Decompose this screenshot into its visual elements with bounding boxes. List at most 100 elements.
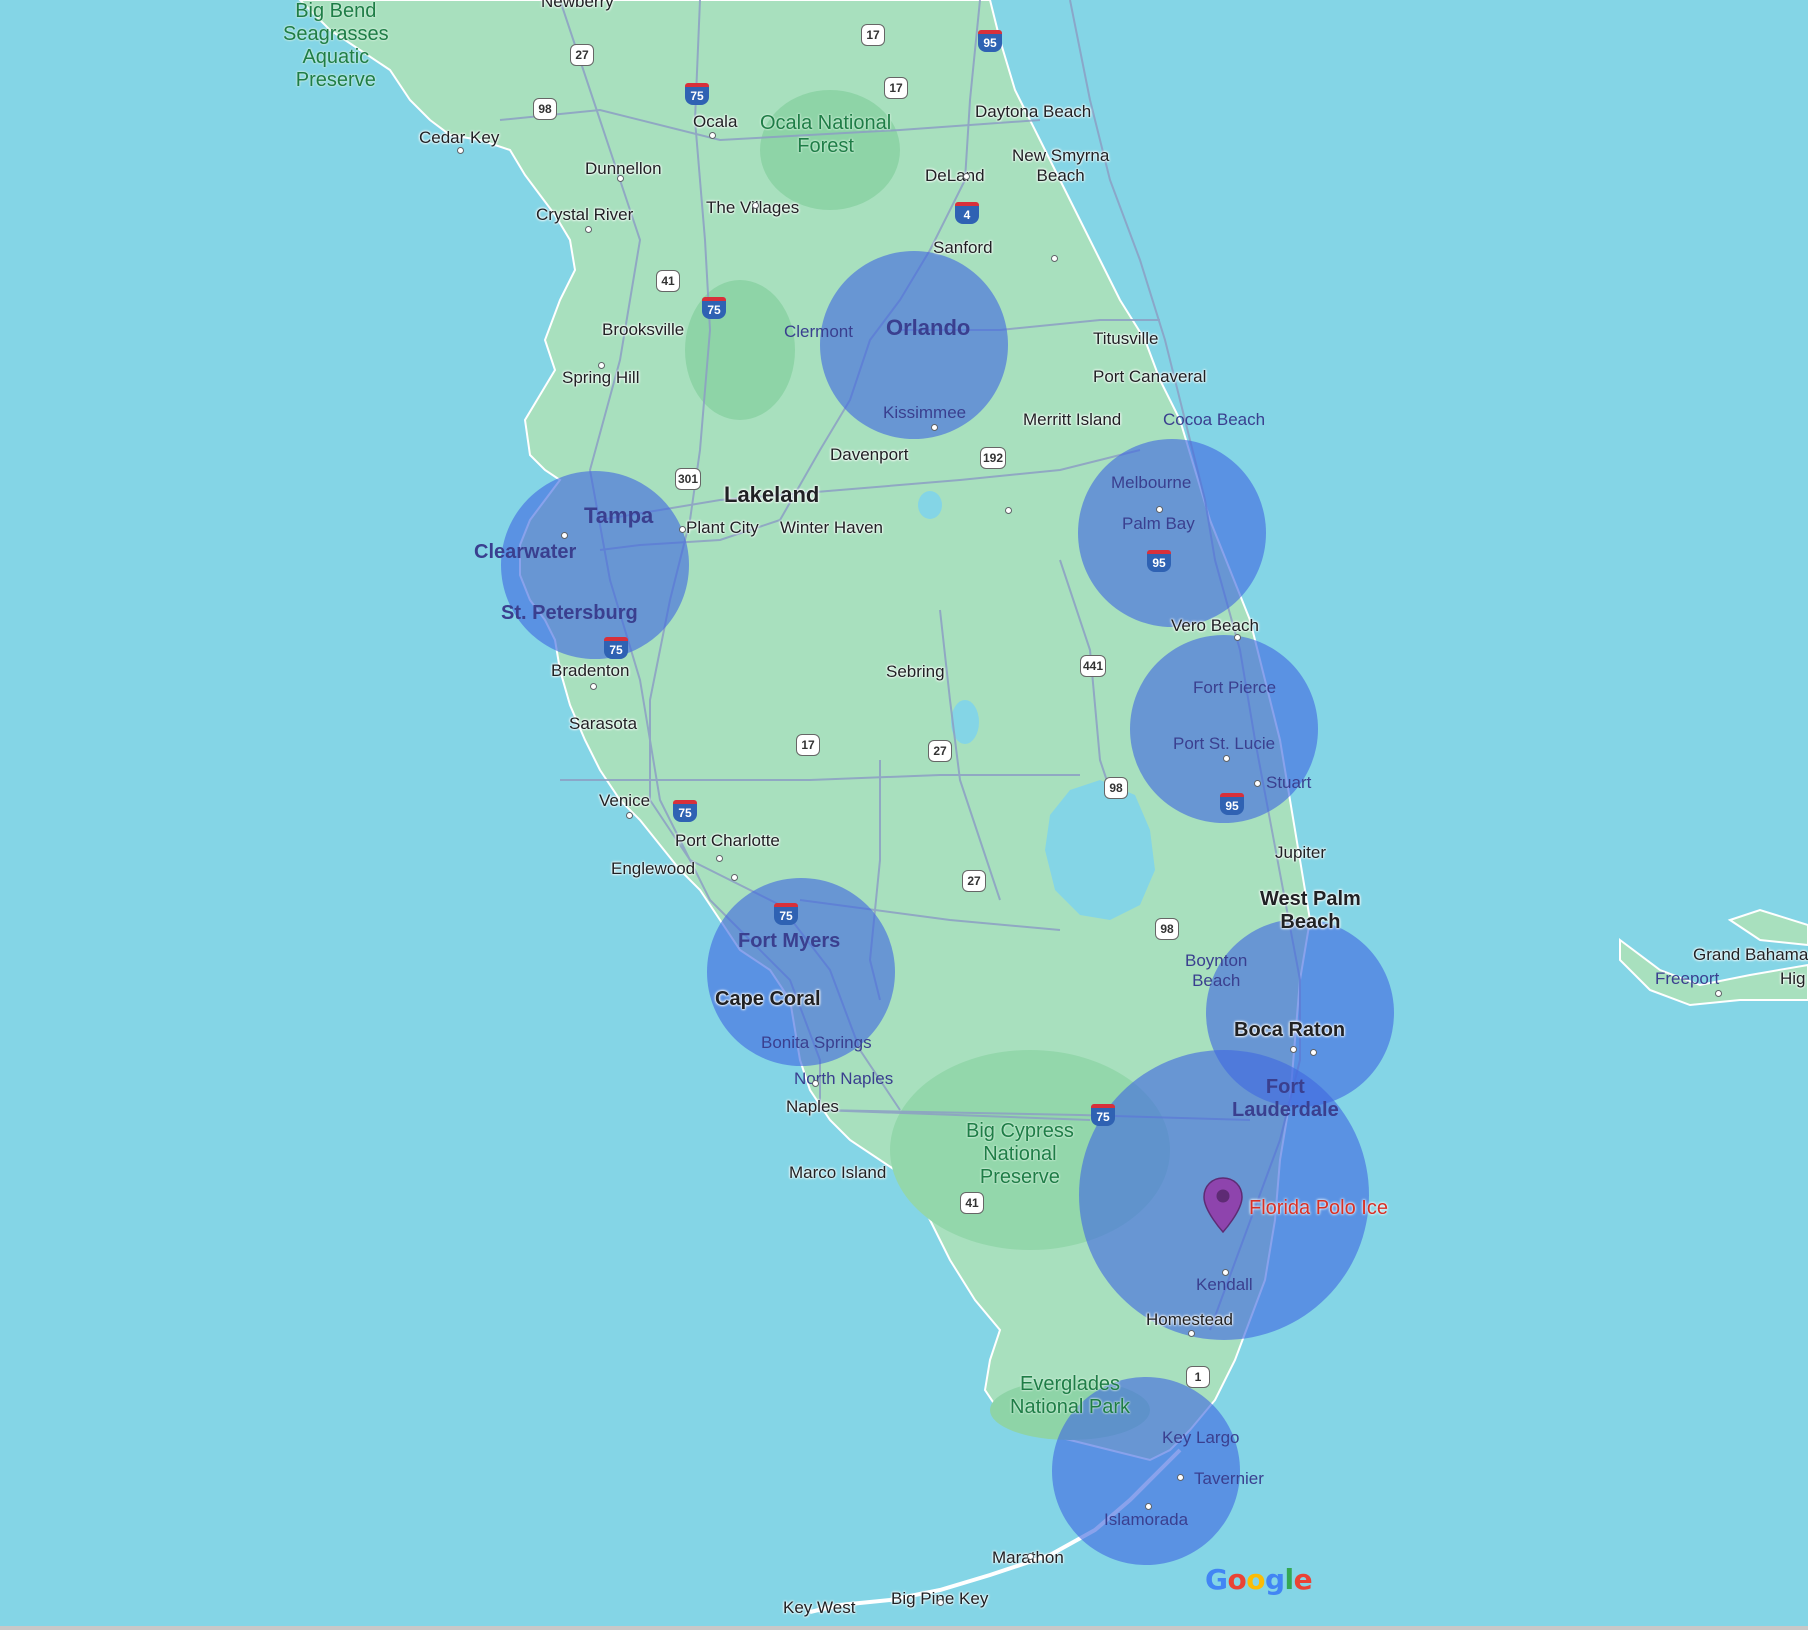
highway-shield-1: 1	[1186, 1366, 1210, 1388]
place-label: Naples	[786, 1097, 839, 1116]
city-dot	[963, 173, 970, 180]
place-label: Daytona Beach	[975, 102, 1092, 121]
highway-shield-98: 98	[1104, 777, 1128, 799]
city-dot	[709, 132, 716, 139]
place-label: Winter Haven	[780, 518, 883, 537]
city-dot	[1177, 1474, 1184, 1481]
city-dot	[752, 202, 759, 209]
city-dot	[626, 812, 633, 819]
place-label: Palm Bay	[1122, 514, 1195, 533]
highway-shield-27: 27	[962, 870, 986, 892]
highway-shield-75: 75	[702, 297, 726, 319]
place-label: Boca Raton	[1234, 1019, 1346, 1041]
highway-shield-95: 95	[978, 30, 1002, 52]
city-dot	[598, 362, 605, 369]
place-label: Bonita Springs	[761, 1033, 872, 1052]
place-label: Orlando	[886, 315, 971, 340]
city-dot	[617, 175, 624, 182]
place-label: Port Charlotte	[675, 831, 780, 850]
highway-shield-95: 95	[1147, 550, 1171, 572]
place-label: Hig	[1780, 969, 1806, 988]
bottom-edge	[0, 1626, 1808, 1630]
location-pin-icon[interactable]	[1203, 1177, 1243, 1233]
place-label: Tampa	[584, 503, 654, 528]
place-label: Spring Hill	[562, 368, 640, 387]
city-dot	[1290, 1046, 1297, 1053]
city-dot	[1254, 780, 1261, 787]
city-dot	[679, 526, 686, 533]
city-dot	[1222, 1269, 1229, 1276]
place-label: Islamorada	[1104, 1510, 1189, 1529]
place-label: Bradenton	[551, 661, 630, 680]
place-label: Cedar Key	[419, 128, 500, 147]
city-dot	[457, 147, 464, 154]
highway-shield-41: 41	[960, 1192, 984, 1214]
place-label: Homestead	[1146, 1310, 1233, 1329]
place-label: West Palm Beach	[1260, 888, 1361, 933]
place-label: Englewood	[611, 859, 696, 878]
place-label: Melbourne	[1111, 473, 1192, 492]
city-dot	[812, 1080, 819, 1087]
place-label: Cape Coral	[715, 988, 821, 1010]
place-label: Big Bend Seagrasses Aquatic Preserve	[283, 0, 389, 91]
place-label: Key West	[783, 1598, 856, 1617]
place-label: Jupiter	[1275, 843, 1327, 862]
city-dot	[1234, 634, 1241, 641]
place-label: Fort Pierce	[1193, 678, 1277, 697]
highway-shield-98: 98	[1155, 918, 1179, 940]
place-label: Clearwater	[474, 541, 577, 563]
highway-shield-301: 301	[675, 468, 702, 490]
place-label: Vero Beach	[1171, 616, 1259, 635]
place-label: Port Canaveral	[1093, 367, 1207, 386]
place-label: Key Largo	[1162, 1428, 1240, 1447]
place-label: Plant City	[686, 518, 759, 537]
highway-shield-98: 98	[533, 98, 557, 120]
place-label: Sarasota	[569, 714, 638, 733]
google-logo-g: G	[1205, 1563, 1228, 1596]
city-dot	[590, 683, 597, 690]
place-label: Sanford	[933, 238, 993, 257]
google-logo: Google	[1205, 1563, 1313, 1596]
place-label: Ocala	[693, 112, 738, 131]
highway-shield-17: 17	[796, 734, 820, 756]
city-dot	[585, 226, 592, 233]
highway-shield-17: 17	[861, 24, 885, 46]
city-dot	[1223, 755, 1230, 762]
place-label: Davenport	[830, 445, 909, 464]
city-dot	[931, 424, 938, 431]
highway-shield-75: 75	[685, 83, 709, 105]
place-label: Clermont	[784, 322, 853, 341]
place-label: St. Petersburg	[501, 602, 638, 624]
city-dot	[1188, 1330, 1195, 1337]
place-label: Lakeland	[724, 482, 820, 507]
city-dot	[1715, 990, 1722, 997]
place-label: Tavernier	[1194, 1469, 1264, 1488]
city-dot	[561, 532, 568, 539]
city-dot	[731, 874, 738, 881]
place-label: Port St. Lucie	[1173, 734, 1276, 753]
highway-shield-75: 75	[673, 800, 697, 822]
place-label: Marco Island	[789, 1163, 887, 1182]
business-marker-label[interactable]: Florida Polo Ice	[1249, 1197, 1388, 1220]
city-dot	[937, 1599, 944, 1606]
place-label: Kissimmee	[883, 403, 967, 422]
place-label: Stuart	[1266, 773, 1312, 792]
highway-shield-41: 41	[656, 270, 680, 292]
place-label: Titusville	[1093, 329, 1159, 348]
place-label: Cocoa Beach	[1163, 410, 1266, 429]
highway-shield-4: 4	[955, 202, 979, 224]
map-canvas[interactable]: Newberry Big Bend Seagrasses Aquatic Pres…	[0, 0, 1808, 1630]
highway-shield-27: 27	[928, 740, 952, 762]
highway-shield-441: 441	[1080, 655, 1107, 677]
city-dot	[1310, 1049, 1317, 1056]
place-label: Boynton Beach	[1185, 951, 1248, 990]
city-dot	[1051, 255, 1058, 262]
place-label: Fort Myers	[738, 930, 841, 952]
highway-shield-27: 27	[570, 44, 594, 66]
place-label: DeLand	[925, 166, 985, 185]
place-label: Everglades National Park	[1010, 1373, 1131, 1418]
map-labels: Newberry Big Bend Seagrasses Aquatic Pres…	[0, 0, 1808, 1630]
city-dot	[1027, 1553, 1034, 1560]
highway-shield-17: 17	[884, 77, 908, 99]
city-dot	[1145, 1503, 1152, 1510]
